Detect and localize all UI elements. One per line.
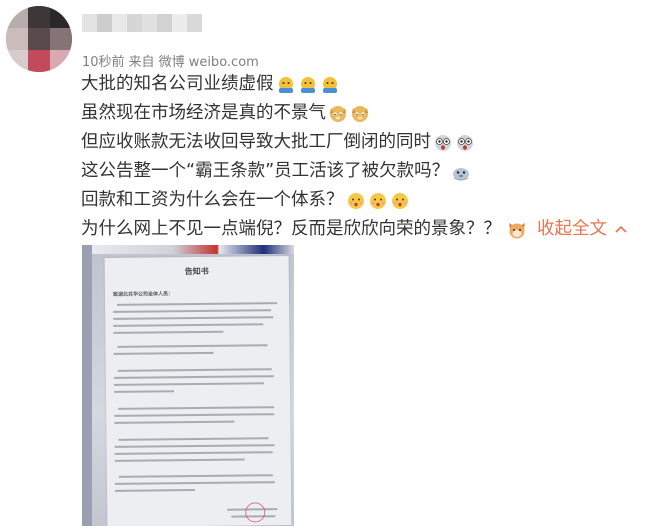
notice-title: 告知书 [184,266,209,277]
post-line-6-text: 为什么网上不见一点端倪？反而是欣欣向荣的景象？？ [81,219,501,239]
thinking-emoji-icon [347,192,364,209]
notice-text-line [117,368,272,372]
red-seal-stamp [245,502,266,523]
post-image[interactable]: 告知书 致湖北兑华公司全体人员： [82,245,294,526]
chevron-up-icon[interactable] [615,215,627,244]
post-line-2-text: 虽然现在市场经济是真的不景气 [81,103,326,123]
thinking-emoji-icon [369,192,386,209]
notice-text-line [113,309,272,313]
post-source-prefix: 来自 [128,55,155,70]
post-line-3-text: 但应收账款无法收回导致大批工厂倒闭的同时 [81,132,431,152]
post-line-5: 回款和工资为什么会在一个体系？ [81,186,627,215]
seal-emoji-icon [453,167,470,180]
post-meta: 10秒前 来自 微博 weibo.com [82,51,263,70]
photo-door-edge [82,245,92,526]
collapse-full-text-link[interactable]: 收起全文 [537,215,607,244]
shocked-emoji-icon [435,134,451,151]
avatar[interactable] [6,6,72,72]
weibo-post: 10秒前 来自 微博 weibo.com 大批的知名公司业绩虚假 虽然现在市场经济是… [0,0,661,526]
notice-text-line [114,413,275,417]
notice-text-line [113,375,274,379]
post-text: 大批的知名公司业绩虚假 虽然现在市场经济是真的不景气 但应收账款无法收回导致大批… [81,70,627,244]
notice-text-line [115,489,196,492]
post-line-1: 大批的知名公司业绩虚假 [81,70,627,99]
notice-text-line [118,406,275,410]
broke-emoji-icon [322,76,337,93]
notice-text-line [114,481,275,485]
post-line-5-text: 回款和工资为什么会在一个体系？ [81,190,344,210]
notice-text-line [114,451,273,455]
broke-emoji-icon [300,76,315,93]
photo-top-banner [92,245,294,254]
post-line-2: 虽然现在市场经济是真的不景气 [81,99,627,128]
cat-emoji-icon [509,222,525,238]
notice-text-line [113,323,264,327]
post-line-4: 这公告整一个“霸王条款”员工活该了被欠款吗？ [81,157,627,186]
post-line-6: 为什么网上不见一点端倪？反而是欣欣向荣的景象？？ 收起全文 [81,215,627,244]
notice-text-line [114,444,275,448]
notice-text-line [117,302,278,306]
notice-text-line [113,390,175,393]
post-line-3: 但应收账款无法收回导致大批工厂倒闭的同时 [81,128,627,157]
notice-text-line [118,437,269,441]
notice-text-line [113,330,224,334]
thinking-emoji-icon [391,192,408,209]
notice-addressee: 致湖北兑华公司全体人员： [112,291,174,298]
tired-doge-emoji-icon [330,105,346,122]
notice-text-line [113,351,214,355]
post-line-4-text: 这公告整一个“霸王条款”员工活该了被欠款吗？ [81,161,450,181]
tired-doge-emoji-icon [352,105,368,122]
broke-emoji-icon [278,76,293,93]
post-source[interactable]: 微博 weibo.com [159,55,259,70]
username-blurred[interactable] [82,14,202,32]
notice-text-line [113,316,274,320]
notice-text-line [117,344,268,348]
notice-text-line [114,458,245,462]
post-line-1-text: 大批的知名公司业绩虚假 [81,74,274,94]
notice-text-line [114,420,235,424]
notice-text-line [113,382,264,386]
notice-text-line [118,474,273,478]
notice-paper: 告知书 致湖北兑华公司全体人员： [104,256,292,526]
post-time[interactable]: 10秒前 [82,55,125,70]
shocked-emoji-icon [457,134,473,151]
